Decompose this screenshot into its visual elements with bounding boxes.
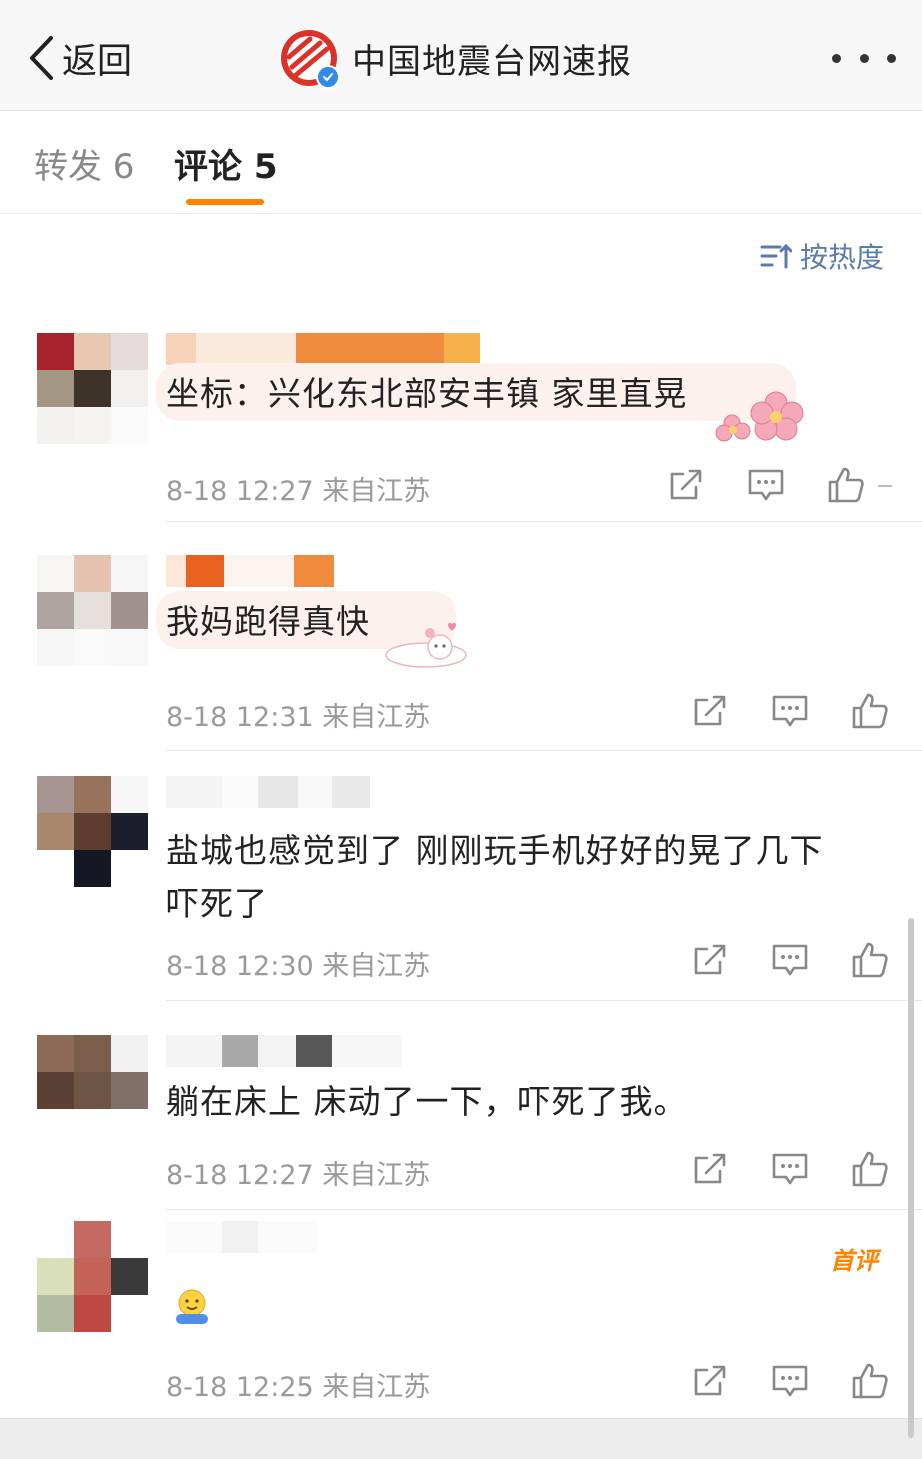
username-mosaic[interactable]: [166, 1035, 402, 1071]
tab-bar: 转发 6 评论 5: [0, 111, 922, 214]
scrollbar[interactable]: [908, 918, 914, 1438]
reply-icon[interactable]: [770, 940, 814, 984]
share-icon[interactable]: [690, 1149, 734, 1193]
comment-text: 坐标：兴化东北部安丰镇 家里直晃: [166, 374, 688, 413]
comment-actions: [690, 940, 890, 984]
divider: [166, 750, 922, 751]
comment-meta: 8-18 12:30 来自江苏: [166, 951, 431, 982]
comment-actions: [666, 465, 906, 509]
comment-text: 躺在床上 床动了一下，吓死了我。: [166, 1082, 688, 1121]
share-icon[interactable]: [690, 691, 734, 735]
share-icon[interactable]: [690, 1361, 734, 1405]
back-button[interactable]: 返回: [26, 32, 132, 84]
comment-text-line2: 吓死了: [166, 884, 268, 923]
comment-meta: 8-18 12:27 来自江苏: [166, 476, 431, 507]
tab-forward[interactable]: 转发 6: [34, 139, 134, 188]
username-mosaic[interactable]: [166, 555, 334, 587]
comment-meta: 8-18 12:27 来自江苏: [166, 1160, 431, 1191]
back-label: 返回: [62, 41, 133, 82]
like-icon[interactable]: [850, 1361, 894, 1405]
nav-bar: 返回 中国地震台网速报: [0, 0, 922, 111]
active-tab-indicator: [186, 199, 264, 205]
comment-text: 盐城也感觉到了 刚刚玩手机好好的晃了几下: [166, 831, 824, 870]
more-actions-hint: [878, 485, 892, 487]
divider: [166, 521, 922, 522]
chevron-left-icon: [30, 36, 53, 80]
share-icon[interactable]: [666, 465, 710, 509]
more-dots-icon[interactable]: [832, 48, 896, 68]
comment-actions: [690, 691, 890, 735]
like-icon[interactable]: [850, 691, 894, 735]
page-title-group[interactable]: 中国地震台网速报: [280, 29, 632, 89]
comment-text: 我妈跑得真快: [166, 602, 370, 641]
avatar[interactable]: [37, 555, 148, 666]
comment-meta: 8-18 12:25 来自江苏: [166, 1372, 431, 1403]
username-mosaic[interactable]: [166, 1221, 318, 1259]
like-icon[interactable]: [850, 940, 894, 984]
sort-label: 按热度: [800, 241, 885, 274]
cat-sticker-icon: [385, 622, 467, 668]
username-mosaic[interactable]: [166, 333, 480, 365]
comment-actions: [690, 1149, 890, 1193]
like-icon[interactable]: [826, 465, 870, 509]
reply-icon[interactable]: [770, 1149, 814, 1193]
reply-icon[interactable]: [770, 691, 814, 735]
tab-comments[interactable]: 评论 5: [174, 139, 278, 188]
sort-by-hot-button[interactable]: 按热度: [760, 236, 884, 276]
avatar[interactable]: [37, 1035, 148, 1146]
verified-badge-icon: [316, 65, 340, 89]
seismic-network-logo: [280, 29, 340, 89]
comment-meta: 8-18 12:31 来自江苏: [166, 702, 431, 733]
page-title: 中国地震台网速报: [352, 41, 632, 82]
reply-icon[interactable]: [770, 1361, 814, 1405]
username-mosaic[interactable]: [166, 776, 370, 812]
reply-icon[interactable]: [746, 465, 790, 509]
avatar[interactable]: [37, 1221, 148, 1332]
avatar[interactable]: [37, 776, 148, 887]
bottom-bar: [0, 1418, 922, 1459]
first-comment-badge: 首评: [830, 1247, 878, 1275]
flower-sticker-icon: [715, 391, 804, 442]
divider: [166, 1209, 922, 1210]
avatar[interactable]: [37, 333, 148, 444]
like-icon[interactable]: [850, 1149, 894, 1193]
divider: [166, 1000, 922, 1001]
share-icon[interactable]: [690, 940, 734, 984]
sort-icon: [760, 243, 792, 269]
comment-actions: [690, 1361, 890, 1405]
hug-emoji-icon: [176, 1289, 208, 1324]
